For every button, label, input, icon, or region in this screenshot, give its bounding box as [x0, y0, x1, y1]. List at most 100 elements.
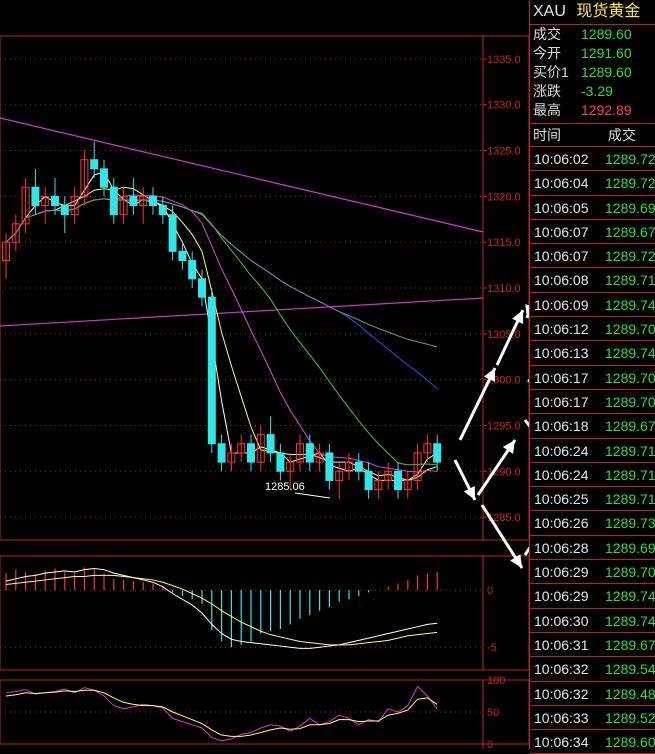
- quote-row: 成交 1289.60: [530, 25, 655, 44]
- symbol-code: XAU: [533, 3, 566, 20]
- candle-body: [90, 159, 99, 170]
- tick-price: 1289.54: [605, 661, 655, 678]
- tick-price: 1289.67: [605, 223, 655, 240]
- moving-average-line: [5, 198, 438, 390]
- candle-body: [178, 250, 187, 262]
- panel-border: [0, 679, 529, 745]
- tick-price: 1289.71: [605, 491, 655, 508]
- oscillator-d-line: [5, 689, 438, 737]
- tick-price: 1289.60: [605, 734, 655, 751]
- quote-list: 成交 1289.60 今开 1291.60 买价1 1289.60 涨跌 -3.29 最高 129…: [530, 25, 655, 124]
- tick-time: 10:06:12: [534, 321, 589, 338]
- y-tick-label: 1315.0: [487, 237, 521, 249]
- y-tick-label: 1335.0: [487, 54, 521, 66]
- y-tick-label: 1320.0: [487, 191, 521, 203]
- tick-time: 10:06:04: [534, 175, 589, 192]
- tick-time: 10:06:25: [534, 491, 589, 508]
- candle-body: [100, 168, 108, 188]
- candle-body: [158, 205, 167, 216]
- quote-row: 最高 1292.89: [530, 101, 655, 120]
- y-tick-label: 100: [487, 675, 505, 687]
- tick-price: 1289.72: [605, 151, 655, 167]
- tick-price: 1289.74: [605, 296, 655, 313]
- tick-price: 1289.69: [605, 539, 655, 556]
- tick-time: 10:06:29: [534, 564, 589, 581]
- tick-time: 10:06:31: [534, 636, 589, 653]
- candle-body: [433, 443, 442, 463]
- tick-time: 10:06:32: [534, 685, 589, 702]
- quote-label: 成交: [533, 26, 561, 42]
- tick-list[interactable]: 10:06:02 1289.72 10:06:04 1289.72 10:06:05 12…: [530, 147, 655, 754]
- symbol-header: XAU 现货黄金: [530, 0, 655, 25]
- candle-body: [305, 443, 314, 463]
- y-tick-label: 1295.0: [487, 420, 521, 432]
- tick-time: 10:06:34: [534, 734, 589, 751]
- quote-value: 1289.60: [581, 64, 632, 80]
- candle-body: [247, 443, 255, 463]
- tick-row: 10:06:24 1289.71: [530, 463, 655, 488]
- candle-body: [31, 186, 40, 207]
- tick-time: 10:06:24: [534, 466, 589, 483]
- tick-row: 10:06:08 1289.71: [530, 268, 655, 293]
- tick-time: 10:06:05: [534, 199, 589, 216]
- quote-label: 涨跌: [533, 83, 561, 99]
- tick-price: 1289.71: [605, 272, 655, 289]
- tick-price: 1289.71: [605, 442, 655, 459]
- quote-row: 买价1 1289.60: [530, 63, 655, 82]
- tick-time: 10:06:18: [534, 418, 589, 435]
- tick-time: 10:06:17: [534, 369, 589, 386]
- candle-body: [198, 278, 206, 298]
- oscillator-panel: 100 50 0: [0, 675, 529, 749]
- candle-body: [51, 195, 59, 207]
- tick-row: 10:06:04 1289.72: [530, 171, 655, 196]
- trend-line: [0, 297, 484, 327]
- tick-price: 1289.74: [605, 612, 655, 629]
- tick-time: 10:06:17: [534, 393, 589, 410]
- symbol-name: 现货黄金: [576, 3, 641, 20]
- candle-body: [394, 470, 402, 491]
- tick-row: 10:06:07 1289.67: [530, 220, 655, 245]
- candlestick-panel: 1335.0 1330.0 1325.0 1320.0 1315.0 1310.0 1305…: [0, 35, 529, 541]
- panel-border: [0, 35, 529, 541]
- tick-row: 10:06:34 1289.60: [530, 730, 655, 754]
- tick-row: 10:06:17 1289.70: [530, 366, 655, 390]
- tick-row: 10:06:12 1289.70: [530, 317, 655, 342]
- tick-time: 10:06:28: [534, 539, 589, 556]
- tick-row: 10:06:25 1289.71: [530, 487, 655, 512]
- quote-label: 今开: [533, 45, 561, 61]
- candle-body: [354, 461, 363, 472]
- quote-label: 买价1: [533, 64, 569, 80]
- tick-row: 10:06:13 1289.74: [530, 341, 655, 366]
- tick-row: 10:06:05 1289.69: [530, 196, 655, 220]
- tick-time: 10:06:29: [534, 588, 589, 605]
- tick-price: 1289.72: [605, 175, 655, 192]
- tick-time: 10:06:33: [534, 709, 589, 726]
- candle-body: [60, 205, 69, 216]
- tick-price: 1289.74: [605, 345, 655, 362]
- tick-time: 10:06:07: [534, 223, 589, 240]
- tick-row: 10:06:07 1289.72: [530, 244, 655, 269]
- y-tick-label: 0: [487, 585, 493, 597]
- tick-row: 10:06:02 1289.72: [530, 147, 655, 172]
- tick-header: 时间 成交: [530, 124, 655, 147]
- tick-row: 10:06:29 1289.74: [530, 584, 655, 609]
- tick-price: 1289.67: [605, 636, 655, 653]
- candle-body: [129, 195, 138, 207]
- chart-area[interactable]: 1335.0 1330.0 1325.0 1320.0 1315.0 1310.0 1305…: [0, 0, 529, 749]
- y-tick-label: 1325.0: [487, 146, 521, 158]
- candle-body: [266, 434, 275, 454]
- tick-time: 10:06:24: [534, 442, 589, 459]
- tick-price: 1289.70: [605, 393, 655, 410]
- tick-row: 10:06:26 1289.73: [530, 511, 655, 536]
- tick-time: 10:06:08: [534, 272, 589, 289]
- quote-value: 1292.89: [581, 102, 632, 118]
- tick-row: 10:06:09 1289.74: [530, 293, 655, 318]
- tick-price: 1289.71: [605, 466, 655, 483]
- candle-body: [168, 214, 177, 252]
- candle-body: [149, 195, 157, 207]
- quote-value: 1289.60: [581, 26, 632, 42]
- quote-value: 1291.60: [581, 45, 632, 61]
- candle-body: [364, 470, 373, 491]
- macd-panel: 0 -5: [0, 555, 529, 671]
- candle-body: [188, 260, 197, 280]
